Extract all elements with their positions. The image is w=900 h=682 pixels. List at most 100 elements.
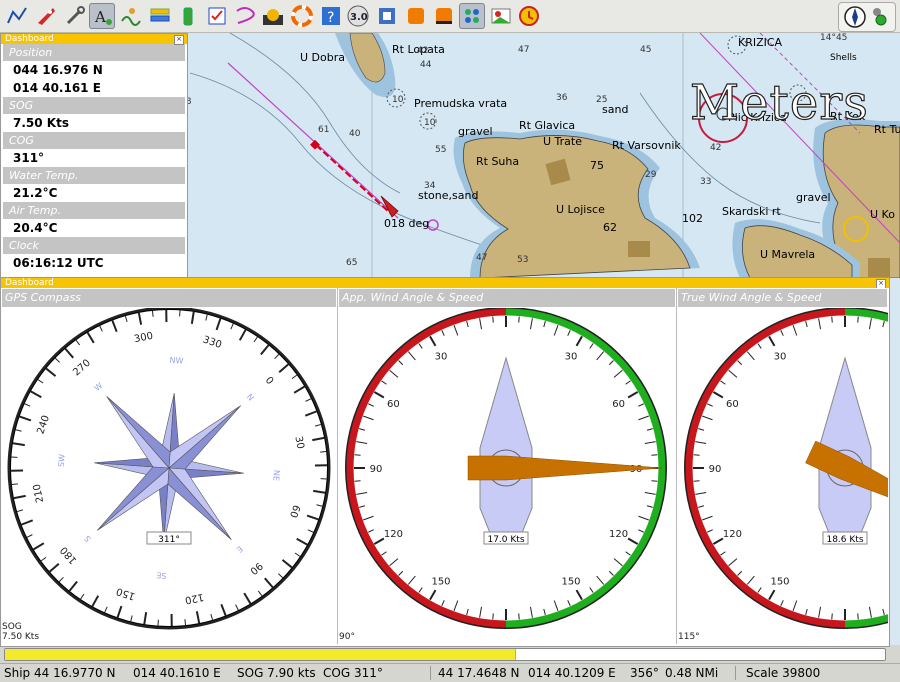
tide-button[interactable] bbox=[118, 3, 144, 29]
help-button[interactable]: ? bbox=[318, 3, 344, 29]
track-button[interactable] bbox=[232, 3, 258, 29]
chart-place-label: Rt Glavica bbox=[519, 119, 575, 132]
svg-text:3.0: 3.0 bbox=[350, 12, 368, 23]
compass-tick bbox=[12, 484, 18, 485]
chart-place-label: gravel bbox=[458, 125, 493, 138]
progress-bar bbox=[4, 648, 886, 661]
photo-button[interactable] bbox=[488, 3, 514, 29]
compass-cardinal-label: SW bbox=[57, 454, 67, 468]
status-bar: Ship 44 16.9770 N 014 40.1610 E SOG 7.90… bbox=[0, 663, 900, 682]
compass-status-widget[interactable] bbox=[838, 2, 896, 32]
chart-load-progress bbox=[0, 645, 900, 663]
wind-tick bbox=[651, 481, 657, 482]
sun-icon bbox=[260, 3, 286, 29]
grid-button[interactable] bbox=[374, 3, 400, 29]
chart-scale: Scale 39800 bbox=[746, 664, 820, 682]
close-icon[interactable]: × bbox=[174, 35, 184, 45]
chart-place-label: Rt Varsovnik bbox=[612, 139, 681, 152]
chart-place-label: U Lojisce bbox=[556, 203, 605, 216]
wind-scale-label: 120 bbox=[609, 529, 628, 540]
dashboard-title: Dashboard bbox=[5, 34, 54, 44]
dashboard-gauges-panel[interactable]: Dashboard × GPS Compass 0306090120150180… bbox=[0, 277, 890, 647]
orange-tile-icon bbox=[403, 3, 429, 29]
chart-place-label: Premudska vrata bbox=[414, 97, 507, 110]
wind-tick bbox=[694, 481, 700, 482]
heading-readout-text: 311° bbox=[158, 535, 180, 545]
wind-scale-label: 30 bbox=[774, 351, 787, 362]
layers-icon bbox=[147, 3, 173, 29]
chart-place-label: U Ko bbox=[870, 208, 895, 221]
apparent-wind-caption: App. Wind Angle & Speed bbox=[339, 289, 675, 307]
instrument-value: 044 16.976 N bbox=[1, 61, 187, 79]
wind-scale-label: 90 bbox=[370, 464, 383, 475]
wind-tick bbox=[355, 455, 361, 456]
settings-grid-icon bbox=[459, 3, 485, 29]
rocket-button[interactable] bbox=[33, 3, 59, 29]
wind-scale-label: 150 bbox=[561, 577, 580, 588]
wind-scale-label: 120 bbox=[384, 529, 403, 540]
checklist-icon bbox=[204, 3, 230, 29]
apparent-wind-panel: App. Wind Angle & Speed 3030606090901201… bbox=[338, 288, 677, 644]
depth-sounding: 10 bbox=[392, 95, 403, 105]
wind-scale-label: 90 bbox=[709, 464, 722, 475]
gps-compass-caption: GPS Compass bbox=[2, 289, 336, 307]
dashboard-data-panel[interactable]: Dashboard × Position044 16.976 N014 40.1… bbox=[0, 33, 188, 282]
depth-sounding: 36 bbox=[556, 93, 567, 103]
depth-sounding: 40 bbox=[349, 129, 360, 139]
wind-tick bbox=[832, 613, 833, 619]
ship-sog: SOG 7.90 kts bbox=[237, 664, 316, 682]
depth-sounding: 34 bbox=[424, 181, 435, 191]
alarm-button[interactable] bbox=[516, 3, 542, 29]
depth-sounding: 53 bbox=[517, 255, 528, 265]
chart-place-label: U Trate bbox=[543, 135, 582, 148]
chart-place-label: Shells bbox=[830, 53, 857, 63]
lifebuoy-icon bbox=[289, 3, 315, 29]
chart-place-label: U Mavrela bbox=[760, 248, 815, 261]
dashboard-titlebar-2[interactable]: Dashboard × bbox=[1, 278, 889, 288]
instrument-value: 20.4°C bbox=[1, 219, 187, 237]
orange-tile-button[interactable] bbox=[403, 3, 429, 29]
orange-tile-2-button[interactable] bbox=[431, 3, 457, 29]
checklist-button[interactable] bbox=[204, 3, 230, 29]
tools-button[interactable] bbox=[62, 3, 88, 29]
depth-sounding: 45 bbox=[640, 45, 651, 55]
settings-grid-button[interactable] bbox=[459, 3, 485, 29]
lifebuoy-button[interactable] bbox=[289, 3, 315, 29]
ship-latitude: Ship 44 16.9770 N bbox=[4, 664, 116, 682]
bottle-button[interactable] bbox=[175, 3, 201, 29]
wind-tick bbox=[519, 613, 520, 619]
depth-sounding: 33 bbox=[700, 177, 711, 187]
wind-scale-label: 150 bbox=[431, 577, 450, 588]
wind-speed-readout-text: 18.6 Kts bbox=[826, 535, 863, 545]
wind-speed-readout-text: 17.0 Kts bbox=[487, 535, 524, 545]
tools-icon bbox=[62, 3, 88, 29]
wind-speed-readout: 17.0 Kts bbox=[484, 532, 528, 545]
orange-tile-2-icon bbox=[431, 3, 457, 29]
chart-place-label: gravel bbox=[796, 191, 831, 204]
compass-cardinal-label: SE bbox=[156, 570, 167, 580]
version-button[interactable]: 3.0 bbox=[345, 3, 371, 29]
alarm-icon bbox=[516, 3, 542, 29]
compass-cardinal-label: NW bbox=[169, 356, 184, 366]
wind-scale-label: 60 bbox=[612, 399, 625, 410]
route-button[interactable] bbox=[4, 3, 30, 29]
tide-icon bbox=[118, 3, 144, 29]
chart-place-label: Rt Tu bbox=[874, 123, 900, 136]
chart-place-label: 62 bbox=[603, 221, 617, 234]
instrument-value: 7.50 Kts bbox=[1, 114, 187, 132]
true-wind-angle-footer: 115° bbox=[678, 632, 700, 642]
chart-place-label: 102 bbox=[682, 212, 703, 225]
dashboard-titlebar[interactable]: Dashboard × bbox=[1, 34, 187, 44]
apparent-wind-angle-footer: 90° bbox=[339, 632, 355, 642]
wind-scale-label: 120 bbox=[723, 529, 742, 540]
sun-button[interactable] bbox=[260, 3, 286, 29]
wind-scale-label: 30 bbox=[565, 351, 578, 362]
apparent-wind-dial: 30306060909012012015015017.0 Kts bbox=[338, 308, 674, 644]
units-watermark: Meters bbox=[690, 75, 869, 131]
chart-place-label: Skardski rt bbox=[722, 205, 781, 218]
anchor-a-button[interactable]: A bbox=[89, 3, 115, 29]
instrument-value: 014 40.161 E bbox=[1, 79, 187, 97]
depth-sounding: 47 bbox=[476, 253, 487, 263]
layers-button[interactable] bbox=[147, 3, 173, 29]
chart-place-label: U Dobra bbox=[300, 51, 345, 64]
